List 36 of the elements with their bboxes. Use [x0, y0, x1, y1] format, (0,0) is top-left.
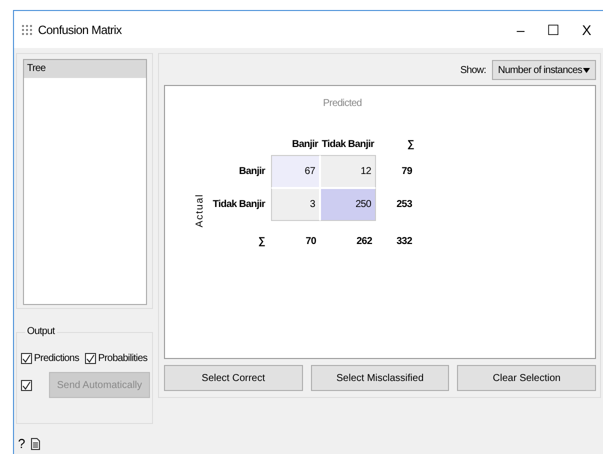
matrix-cell[interactable]: 67 [271, 155, 320, 188]
checkbox[interactable] [85, 353, 96, 364]
window-title: Confusion Matrix [38, 22, 122, 36]
column-total: 262 [356, 236, 373, 246]
help-icon[interactable]: ? [18, 436, 25, 451]
matrix-cell[interactable]: 250 [320, 188, 376, 221]
axis-label: Predicted [323, 98, 362, 109]
matrix-cell[interactable]: 12 [320, 155, 376, 188]
axis-label: Actual [194, 194, 206, 228]
matrix-cell[interactable]: 3 [271, 188, 320, 221]
row-total: 253 [396, 199, 413, 210]
maximize-button[interactable]: ☐ [537, 22, 570, 38]
document-icon[interactable] [30, 438, 40, 450]
caret-icon [583, 68, 590, 72]
minimize-button[interactable]: – [504, 22, 537, 38]
app-icon [22, 24, 32, 34]
select-button[interactable]: Select Correct [164, 365, 303, 391]
column-header: Tidak Banjir [320, 138, 376, 150]
group-title: Output [25, 326, 57, 337]
show-dropdown[interactable]: Number of instances [492, 60, 596, 80]
checkbox-label: Predictions [34, 353, 80, 364]
list-item[interactable]: Tree [24, 60, 146, 78]
row-label: Banjir [238, 166, 266, 177]
column-total: 70 [304, 236, 317, 246]
checkbox-label: Probabilities [98, 353, 148, 364]
column-total: 332 [396, 236, 413, 246]
checkbox[interactable] [21, 353, 32, 364]
row-total: 79 [400, 166, 413, 177]
select-button[interactable]: Clear Selection [457, 365, 596, 391]
row-label: Tidak Banjir [212, 199, 266, 210]
column-header: Banjir [291, 138, 320, 150]
close-button[interactable]: X [570, 22, 603, 38]
select-button[interactable]: Select Misclassified [310, 365, 450, 391]
show-label: Show: [460, 64, 486, 76]
column-header: ∑ [406, 138, 415, 150]
row-label: ∑ [257, 236, 266, 246]
